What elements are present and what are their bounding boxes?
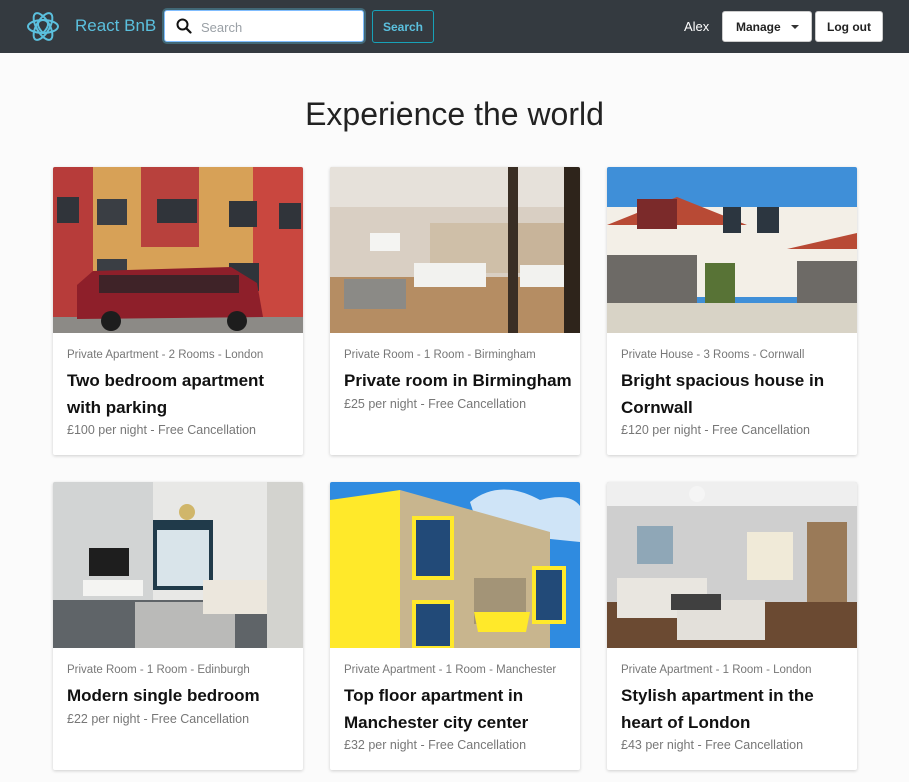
listing-price: £100 per night - Free Cancellation — [67, 423, 257, 437]
listing-card[interactable]: Private Apartment - 1 Room - London Styl… — [607, 482, 857, 770]
listing-title[interactable]: Two bedroom apartment with parking — [67, 367, 295, 421]
listing-card[interactable]: Private Apartment - 2 Rooms - London Two… — [53, 167, 303, 455]
brand-name[interactable]: React BnB — [75, 16, 156, 36]
listing-price: £25 per night - Free Cancellation — [344, 397, 527, 411]
listing-photo[interactable] — [330, 482, 580, 648]
listing-price: £22 per night - Free Cancellation — [67, 712, 250, 726]
listing-meta: Private Apartment - 1 Room - Manchester — [344, 664, 557, 676]
listing-title[interactable]: Bright spacious house in Cornwall — [621, 367, 849, 421]
navbar: React BnB Search Alex Manage Log out — [0, 0, 909, 53]
listing-price: £43 per night - Free Cancellation — [621, 738, 804, 752]
listing-card[interactable]: Private Apartment - 1 Room - Manchester … — [330, 482, 580, 770]
brand-logo-icon[interactable] — [26, 8, 60, 45]
listing-photo[interactable] — [330, 167, 580, 333]
page-title: Experience the world — [305, 96, 604, 132]
listing-meta: Private Apartment - 1 Room - London — [621, 664, 812, 676]
listing-meta: Private Room - 1 Room - Edinburgh — [67, 664, 250, 676]
search-input[interactable] — [201, 17, 356, 37]
listing-title[interactable]: Modern single bedroom — [67, 682, 295, 709]
listing-price: £32 per night - Free Cancellation — [344, 738, 527, 752]
search-button[interactable]: Search — [372, 10, 434, 43]
listing-price: £120 per night - Free Cancellation — [621, 423, 811, 437]
search-icon — [176, 18, 192, 34]
listing-title[interactable]: Top floor apartment in Manchester city c… — [344, 682, 572, 736]
manage-label: Manage — [736, 20, 781, 34]
listing-title[interactable]: Stylish apartment in the heart of London — [621, 682, 849, 736]
listing-photo[interactable] — [53, 482, 303, 648]
caret-down-icon — [791, 25, 799, 29]
manage-dropdown-button[interactable]: Manage — [722, 11, 812, 42]
listing-meta: Private Apartment - 2 Rooms - London — [67, 349, 264, 361]
logout-button[interactable]: Log out — [815, 11, 883, 42]
listing-photo[interactable] — [53, 167, 303, 333]
listing-meta: Private Room - 1 Room - Birmingham — [344, 349, 536, 361]
listing-title[interactable]: Private room in Birmingham — [344, 367, 572, 394]
listing-photo[interactable] — [607, 167, 857, 333]
search-box[interactable] — [164, 10, 364, 42]
listing-photo[interactable] — [607, 482, 857, 648]
listing-card[interactable]: Private House - 3 Rooms - Cornwall Brigh… — [607, 167, 857, 455]
listing-meta: Private House - 3 Rooms - Cornwall — [621, 349, 805, 361]
listing-card[interactable]: Private Room - 1 Room - Birmingham Priva… — [330, 167, 580, 455]
listing-card[interactable]: Private Room - 1 Room - Edinburgh Modern… — [53, 482, 303, 770]
user-name: Alex — [684, 19, 710, 34]
